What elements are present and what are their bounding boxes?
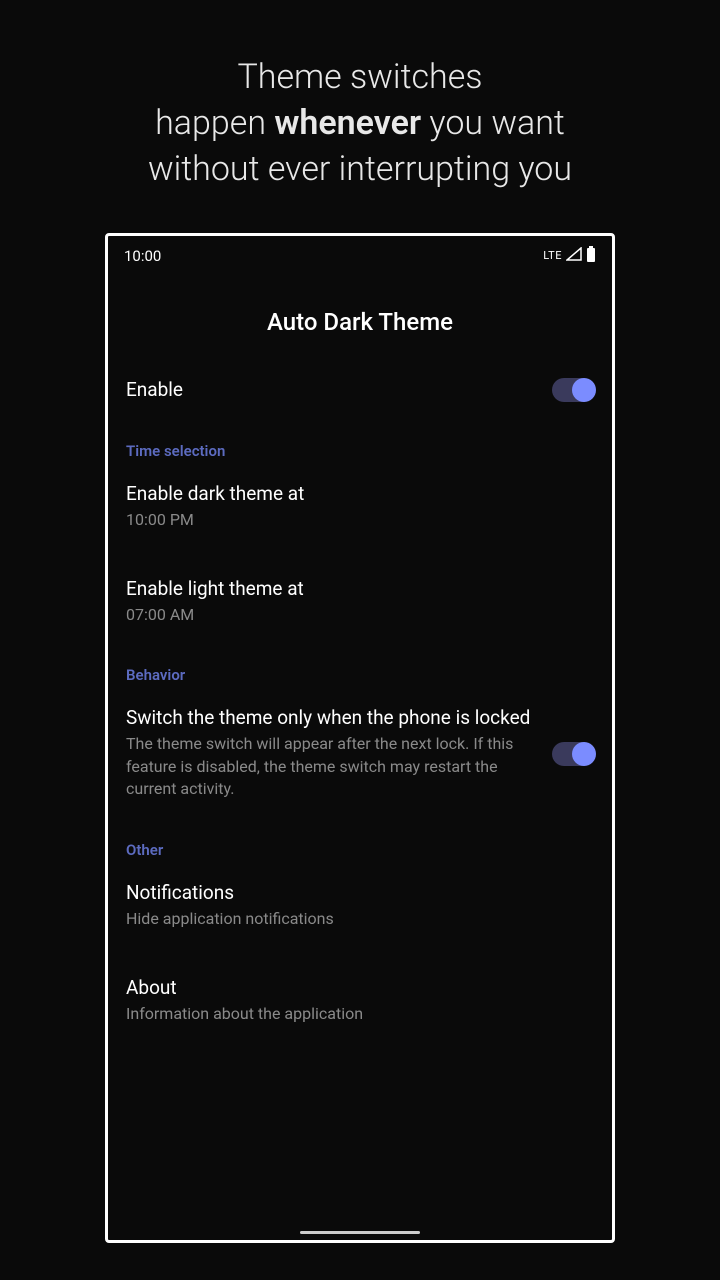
dark-time-value: 10:00 PM: [126, 509, 582, 531]
light-time-title: Enable light theme at: [126, 577, 582, 600]
lock-sub: The theme switch will appear after the n…: [126, 733, 540, 800]
promo-headline: Theme switches happen whenever you want …: [0, 0, 720, 203]
promo-line-3: without ever interrupting you: [148, 149, 572, 189]
page-title: Auto Dark Theme: [108, 270, 612, 364]
row-notifications[interactable]: Notifications Hide application notificat…: [126, 867, 594, 944]
row-lock-switch[interactable]: Switch the theme only when the phone is …: [126, 692, 594, 814]
row-about[interactable]: About Information about the application: [126, 962, 594, 1039]
about-sub: Information about the application: [126, 1003, 582, 1025]
row-light-time[interactable]: Enable light theme at 07:00 AM: [126, 563, 594, 640]
lock-toggle[interactable]: [552, 742, 594, 766]
settings-list: Enable Time selection Enable dark theme …: [108, 364, 612, 1040]
battery-icon: [586, 246, 596, 266]
section-other: Other: [126, 815, 594, 867]
row-dark-time[interactable]: Enable dark theme at 10:00 PM: [126, 468, 594, 545]
dark-time-title: Enable dark theme at: [126, 482, 582, 505]
notifications-title: Notifications: [126, 881, 582, 904]
phone-frame: 10:00 LTE Auto Dark Theme Enable Time se…: [105, 233, 615, 1243]
signal-icon: [566, 247, 582, 265]
status-right: LTE: [543, 246, 596, 266]
network-label: LTE: [543, 249, 562, 262]
enable-label: Enable: [126, 378, 540, 401]
promo-line-2a: happen: [155, 103, 274, 143]
lock-title: Switch the theme only when the phone is …: [126, 706, 540, 729]
promo-line-1: Theme switches: [237, 57, 482, 97]
row-enable[interactable]: Enable: [126, 364, 594, 416]
promo-line-2b: whenever: [274, 103, 421, 143]
enable-toggle[interactable]: [552, 378, 594, 402]
status-bar: 10:00 LTE: [108, 236, 612, 270]
about-title: About: [126, 976, 582, 999]
home-indicator[interactable]: [300, 1231, 420, 1234]
section-time-selection: Time selection: [126, 416, 594, 468]
section-behavior: Behavior: [126, 640, 594, 692]
notifications-sub: Hide application notifications: [126, 908, 582, 930]
status-time: 10:00: [124, 247, 161, 265]
promo-line-2c: you want: [421, 103, 565, 143]
light-time-value: 07:00 AM: [126, 604, 582, 626]
